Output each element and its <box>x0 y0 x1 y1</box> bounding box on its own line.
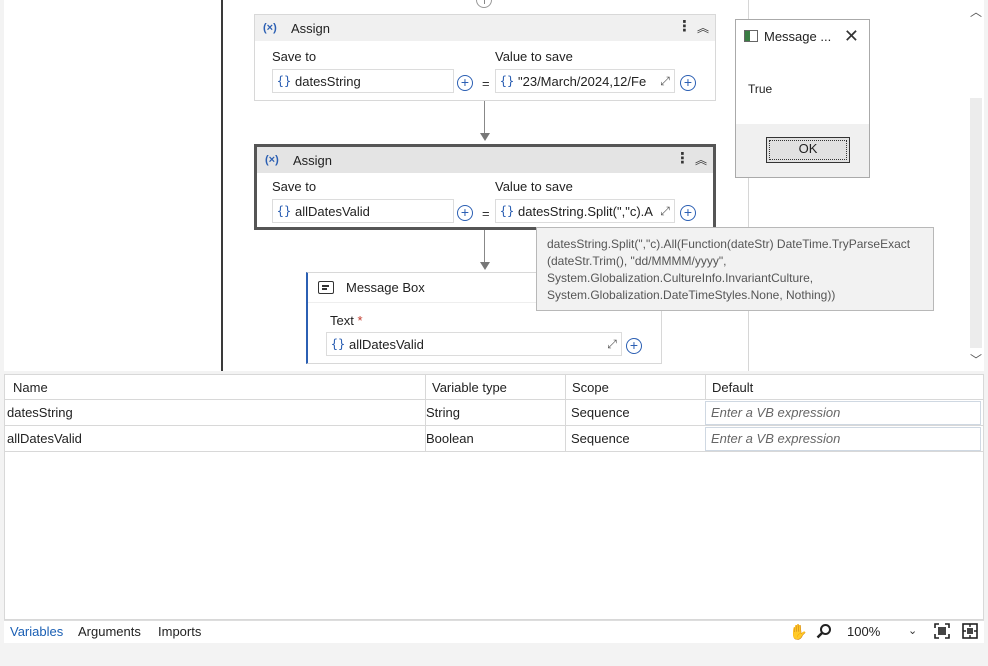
variable-type[interactable]: Boolean <box>425 426 565 452</box>
save-to-label: Save to <box>272 49 317 64</box>
value-to-save-label: Value to save <box>495 179 573 194</box>
connector-line <box>484 101 485 133</box>
text-field[interactable]: {} allDatesValid ⤢ <box>326 332 622 356</box>
collapse-icon[interactable]: ︽ <box>697 19 709 36</box>
app-icon <box>744 30 758 42</box>
save-to-field[interactable]: {} datesString <box>272 69 454 93</box>
scroll-up-icon[interactable]: ︿ <box>968 4 984 20</box>
canvas-scroll-thumb[interactable] <box>970 98 982 348</box>
table-row[interactable]: allDatesValid Boolean Sequence Enter a V… <box>5 426 983 452</box>
default-value-input[interactable]: Enter a VB expression <box>705 401 981 425</box>
table-row[interactable]: datesString String Sequence Enter a VB e… <box>5 400 983 426</box>
connector-arrow <box>480 133 490 141</box>
text-field-value: allDatesValid <box>349 336 424 352</box>
tooltip-line: (dateStr.Trim(), "dd/MMMM/yyyy", <box>547 254 727 268</box>
variable-scope[interactable]: Sequence <box>565 400 705 426</box>
column-header-type[interactable]: Variable type <box>425 375 565 400</box>
column-header-default[interactable]: Default <box>705 375 983 400</box>
connector-arrow <box>480 262 490 270</box>
hand-pan-icon[interactable]: ✋ <box>789 623 808 641</box>
plus-circle-icon[interactable]: + <box>457 205 473 221</box>
equals-sign: = <box>482 206 490 221</box>
variable-type[interactable]: String <box>425 400 565 426</box>
dialog-footer: OK <box>736 124 869 177</box>
bottom-bar: Variables Arguments Imports ✋ 100% ⌄ <box>4 620 984 643</box>
expression-icon: {} <box>499 74 515 88</box>
save-to-label: Save to <box>272 179 317 194</box>
save-to-value: allDatesValid <box>295 203 370 219</box>
connector-line <box>484 230 485 262</box>
assign-header[interactable]: (×) Assign ⋮ ︽ <box>257 147 713 173</box>
text-label-text: Text <box>330 313 354 328</box>
variable-name[interactable]: datesString <box>5 400 425 426</box>
tooltip-line: datesString.Split(","c).All(Function(dat… <box>547 237 911 251</box>
variables-grid-header: Name Variable type Scope Default <box>5 375 983 400</box>
tooltip-line: System.Globalization.CultureInfo.Invaria… <box>547 271 814 285</box>
expression-icon: {} <box>499 204 515 218</box>
assign-activity-2[interactable]: (×) Assign ⋮ ︽ Save to Value to save {} … <box>254 144 716 230</box>
overview-icon[interactable] <box>962 623 978 643</box>
expression-tooltip: datesString.Split(","c).All(Function(dat… <box>536 227 934 311</box>
save-to-value: datesString <box>295 73 361 89</box>
expression-icon: {} <box>276 74 292 88</box>
tab-arguments[interactable]: Arguments <box>78 624 141 639</box>
value-to-save-value: datesString.Split(","c).A <box>518 203 653 219</box>
assign-title: Assign <box>291 20 331 36</box>
more-options-icon[interactable]: ⋮ <box>677 19 692 34</box>
tab-variables[interactable]: Variables <box>10 624 63 639</box>
variable-scope[interactable]: Sequence <box>565 426 705 452</box>
plus-circle-icon[interactable]: + <box>626 338 642 354</box>
value-to-save-field[interactable]: {} "23/March/2024,12/Fe ⤢ <box>495 69 675 93</box>
variable-name[interactable]: allDatesValid <box>5 426 425 452</box>
column-header-scope[interactable]: Scope <box>565 375 705 400</box>
assign-icon: (×) <box>265 154 279 166</box>
chevron-down-icon[interactable]: ⌄ <box>908 624 917 637</box>
dialog-title: Message ... <box>764 28 832 44</box>
expression-icon: {} <box>330 337 346 351</box>
message-box-title: Message Box <box>346 280 425 295</box>
connector-top-handle <box>476 0 492 8</box>
expand-icon[interactable]: ⤢ <box>656 204 674 219</box>
plus-circle-icon[interactable]: + <box>680 75 696 91</box>
expression-icon: {} <box>276 204 292 218</box>
dialog-message: True <box>748 82 773 96</box>
fit-screen-icon[interactable] <box>934 623 950 643</box>
plus-circle-icon[interactable]: + <box>457 75 473 91</box>
equals-sign: = <box>482 76 490 91</box>
ok-button[interactable]: OK <box>766 137 850 163</box>
sequence-left-border <box>221 0 223 371</box>
zoom-search-icon[interactable] <box>816 623 832 643</box>
plus-circle-icon[interactable]: + <box>680 205 696 221</box>
value-to-save-field[interactable]: {} datesString.Split(","c).A ⤢ <box>495 199 675 223</box>
expand-icon[interactable]: ⤢ <box>603 337 621 352</box>
zoom-level[interactable]: 100% <box>847 624 880 639</box>
tooltip-line: System.Globalization.DateTimeStyles.None… <box>547 288 836 302</box>
column-header-name[interactable]: Name <box>5 375 425 400</box>
assign-header[interactable]: (×) Assign ⋮ ︽ <box>255 15 715 41</box>
assign-icon: (×) <box>263 22 277 34</box>
collapse-icon[interactable]: ︽ <box>695 151 707 168</box>
save-to-field[interactable]: {} allDatesValid <box>272 199 454 223</box>
message-box-icon <box>318 281 334 294</box>
value-to-save-value: "23/March/2024,12/Fe <box>518 73 647 89</box>
required-mark: * <box>357 313 363 328</box>
text-label: Text * <box>330 313 363 328</box>
message-dialog[interactable]: Message ... ✕ True OK <box>735 19 870 178</box>
close-icon[interactable]: ✕ <box>844 26 859 47</box>
tab-imports[interactable]: Imports <box>158 624 201 639</box>
default-value-input[interactable]: Enter a VB expression <box>705 427 981 451</box>
scroll-down-icon[interactable]: ﹀ <box>968 352 984 368</box>
value-to-save-label: Value to save <box>495 49 573 64</box>
variables-panel: Name Variable type Scope Default datesSt… <box>4 374 984 620</box>
assign-title: Assign <box>293 152 333 168</box>
assign-activity-1[interactable]: (×) Assign ⋮ ︽ Save to Value to save {} … <box>254 14 716 101</box>
more-options-icon[interactable]: ⋮ <box>675 151 690 166</box>
expand-icon[interactable]: ⤢ <box>656 74 674 89</box>
